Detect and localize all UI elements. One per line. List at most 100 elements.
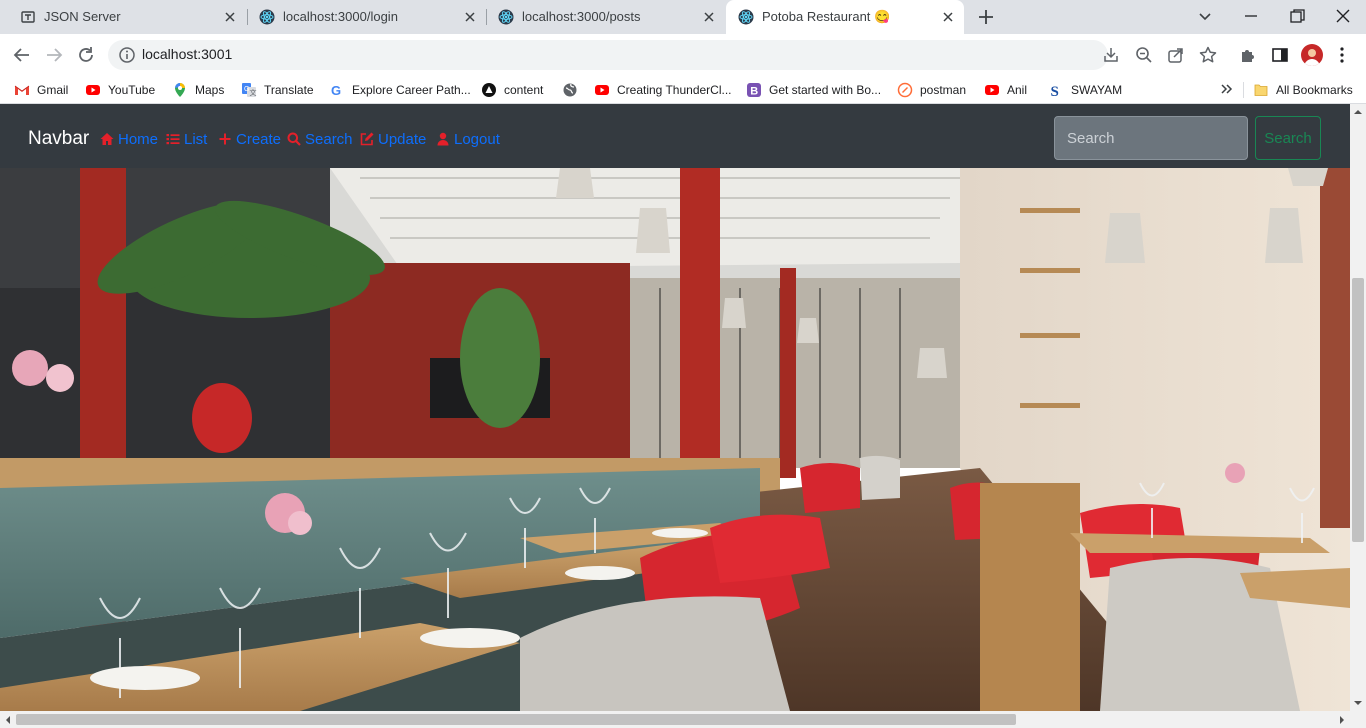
bookmark-bootstrap[interactable]: B Get started with Bo... <box>746 81 881 99</box>
nav-link-label: Update <box>378 130 427 148</box>
bookmark-gmail[interactable]: Gmail <box>14 81 68 99</box>
vertical-scroll-thumb[interactable] <box>1352 278 1364 542</box>
tab-strip: JSON Server localhost:3000/login localho… <box>0 0 1366 34</box>
tab-title: localhost:3000/login <box>283 9 398 24</box>
google-icon: G <box>329 82 345 98</box>
youtube-icon <box>85 82 101 98</box>
side-panel-icon[interactable] <box>1270 45 1290 65</box>
nav-link-label: Logout <box>454 130 500 148</box>
menu-kebab-icon[interactable] <box>1332 45 1352 65</box>
more-bookmarks-icon[interactable] <box>1218 81 1234 97</box>
bookmark-globe[interactable] <box>562 81 585 99</box>
back-icon[interactable] <box>12 45 32 65</box>
navbar-search-button[interactable]: Search <box>1255 116 1321 160</box>
profile-avatar[interactable] <box>1301 44 1323 66</box>
nav-link-logout[interactable]: Logout <box>436 130 500 148</box>
nav-link-create[interactable]: Create <box>218 130 281 148</box>
close-icon[interactable] <box>940 9 956 25</box>
restore-icon[interactable] <box>1287 6 1307 26</box>
svg-text:G: G <box>331 83 341 98</box>
scroll-down-icon[interactable] <box>1352 697 1364 709</box>
bookmark-content[interactable]: content <box>481 81 543 99</box>
tab-title: JSON Server <box>44 9 121 24</box>
minimize-icon[interactable] <box>1241 6 1261 26</box>
scroll-right-icon[interactable] <box>1336 714 1348 726</box>
bookmark-label: YouTube <box>108 83 156 97</box>
svg-text:S: S <box>1051 84 1059 98</box>
globe-icon <box>562 82 578 98</box>
bookmark-label: postman <box>920 83 967 97</box>
tab-login[interactable]: localhost:3000/login <box>247 0 486 34</box>
close-window-icon[interactable] <box>1333 6 1353 26</box>
maps-icon <box>172 82 188 98</box>
bookmark-label: Explore Career Path... <box>352 83 471 97</box>
json-server-icon <box>20 9 36 25</box>
svg-text:B: B <box>750 85 758 97</box>
all-bookmarks[interactable]: All Bookmarks <box>1253 81 1353 99</box>
tab-title: localhost:3000/posts <box>522 9 641 24</box>
youtube-icon <box>984 82 1000 98</box>
react-icon <box>498 9 514 25</box>
install-app-icon[interactable] <box>1101 45 1121 65</box>
bookmark-star-icon[interactable] <box>1198 45 1218 65</box>
bookmark-thunderclient[interactable]: Creating ThunderCl... <box>594 81 732 99</box>
bookmark-maps[interactable]: Maps <box>172 81 224 99</box>
list-icon <box>166 132 180 146</box>
bookmark-anil[interactable]: Anil <box>984 81 1027 99</box>
bookmark-label: Creating ThunderCl... <box>617 83 732 97</box>
content-icon <box>481 82 497 98</box>
nav-link-search[interactable]: Search <box>287 130 353 148</box>
scroll-up-icon[interactable] <box>1352 106 1364 118</box>
nav-link-label: Search <box>305 130 353 148</box>
horizontal-scroll-thumb[interactable] <box>16 714 1016 725</box>
bookmark-explore-career[interactable]: G Explore Career Path... <box>329 81 471 99</box>
close-icon[interactable] <box>222 9 238 25</box>
site-info-icon[interactable] <box>117 45 137 65</box>
navbar-search-input[interactable] <box>1054 116 1248 160</box>
user-icon <box>436 132 450 146</box>
zoom-out-icon[interactable] <box>1134 45 1154 65</box>
tab-posts[interactable]: localhost:3000/posts <box>486 0 725 34</box>
close-icon[interactable] <box>701 9 717 25</box>
react-icon <box>259 9 275 25</box>
new-tab-icon[interactable] <box>976 7 996 27</box>
url-text[interactable]: localhost:3001 <box>142 46 232 62</box>
nav-link-list[interactable]: List <box>166 130 207 148</box>
plus-icon <box>218 132 232 146</box>
nav-link-label: Home <box>118 130 159 148</box>
bookmark-label: content <box>504 83 544 97</box>
tab-search-chevron-icon[interactable] <box>1195 6 1215 26</box>
close-icon[interactable] <box>462 9 478 25</box>
bookmark-swayam[interactable]: S SWAYAM <box>1048 81 1123 99</box>
tab-title: Potoba Restaurant 😋 <box>762 9 891 24</box>
translate-icon: G文 <box>241 82 257 98</box>
react-icon <box>738 9 754 25</box>
nav-link-update[interactable]: Update <box>360 130 426 148</box>
bootstrap-icon: B <box>746 82 762 98</box>
tab-potoba-restaurant[interactable]: Potoba Restaurant 😋 <box>726 0 964 34</box>
folder-icon <box>1253 82 1269 98</box>
bookmark-label: Maps <box>195 83 225 97</box>
bookmark-label: Translate <box>264 83 314 97</box>
address-bar[interactable] <box>108 40 1108 70</box>
bookmark-translate[interactable]: G文 Translate <box>241 81 314 99</box>
search-icon <box>287 132 301 146</box>
forward-icon[interactable] <box>44 45 64 65</box>
share-icon[interactable] <box>1166 45 1186 65</box>
reload-icon[interactable] <box>76 45 96 65</box>
navbar-brand[interactable]: Navbar <box>28 128 89 150</box>
scroll-left-icon[interactable] <box>2 714 14 726</box>
home-icon <box>100 132 114 146</box>
postman-icon <box>897 82 913 98</box>
bookmark-youtube[interactable]: YouTube <box>85 81 155 99</box>
svg-text:文: 文 <box>250 88 257 97</box>
nav-link-home[interactable]: Home <box>100 130 158 148</box>
bookmark-label: Anil <box>1007 83 1028 97</box>
tab-json-server[interactable]: JSON Server <box>8 0 246 34</box>
nav-link-label: List <box>184 130 208 148</box>
bookmark-label: SWAYAM <box>1071 83 1123 97</box>
bookmark-postman[interactable]: postman <box>897 81 966 99</box>
swayam-icon: S <box>1048 82 1064 98</box>
gmail-icon <box>14 82 30 98</box>
extensions-icon[interactable] <box>1238 45 1258 65</box>
